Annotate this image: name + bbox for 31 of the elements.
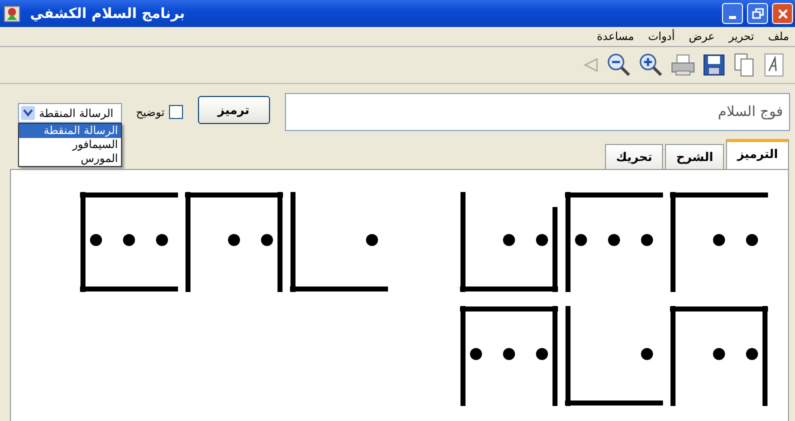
tab[interactable]: الترميز (726, 139, 789, 169)
menu-item[interactable]: تحرير (728, 30, 754, 43)
restore-icon (752, 8, 764, 20)
menu-item[interactable]: ملف (768, 30, 789, 43)
zoom-in-icon[interactable] (639, 53, 663, 77)
dropdown-option[interactable]: الرسالة المنقطة (19, 124, 121, 138)
window-title: برنامج السلام الكشفي (29, 6, 185, 22)
minimize-button[interactable] (722, 3, 743, 24)
dropdown-option[interactable]: المورس (19, 152, 121, 166)
close-button[interactable] (772, 3, 793, 24)
cipher-select[interactable]: الرسالة المنقطة (18, 103, 122, 123)
checkbox-label: توضيح (136, 106, 165, 118)
dropdown-option[interactable]: السيمافور (19, 138, 121, 152)
app-icon (4, 6, 20, 22)
minimize-icon (729, 16, 736, 19)
encode-button[interactable]: ترميز (198, 96, 270, 124)
tab[interactable]: الشرح (665, 144, 724, 169)
close-icon (776, 8, 788, 20)
printer-icon[interactable] (671, 54, 695, 76)
font-icon[interactable] (763, 53, 785, 77)
zoom-out-icon[interactable] (607, 53, 631, 77)
checkbox[interactable] (168, 105, 183, 119)
message-field[interactable]: فوج السلام (284, 93, 790, 131)
menu-item[interactable]: مساعدة (596, 30, 634, 43)
tab[interactable]: تحريك (604, 144, 664, 169)
menu-item[interactable]: عرض (688, 30, 715, 43)
menu-item[interactable]: أدوات (648, 30, 675, 43)
caret-icon (21, 106, 35, 120)
copy-icon[interactable] (733, 53, 755, 77)
save-icon[interactable] (703, 54, 725, 76)
restore-button[interactable] (747, 3, 768, 24)
